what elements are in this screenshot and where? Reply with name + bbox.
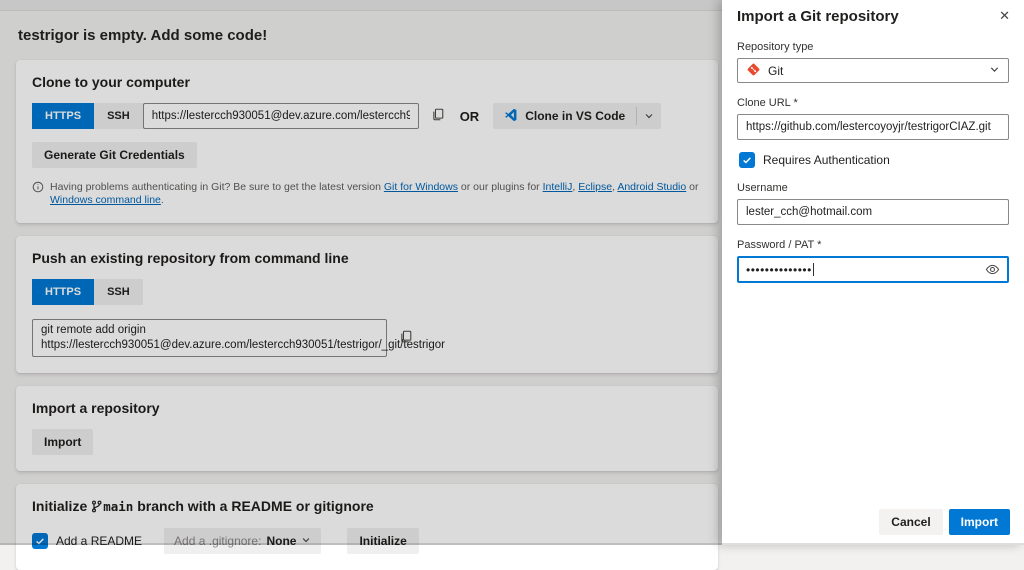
dialog-footer: Cancel Import: [879, 509, 1010, 535]
dialog-title: Import a Git repository: [737, 8, 1009, 25]
requires-auth-checkbox[interactable]: Requires Authentication: [739, 152, 1009, 168]
text-cursor: [813, 263, 814, 276]
import-git-repository-dialog: Import a Git repository ✕ Repository typ…: [722, 0, 1024, 545]
checkbox-checked-icon: [739, 152, 755, 168]
repository-type-label: Repository type: [737, 41, 1009, 53]
reveal-password-icon[interactable]: [985, 262, 1000, 277]
password-label: Password / PAT *: [737, 239, 1009, 251]
requires-auth-label: Requires Authentication: [763, 153, 890, 167]
app-root: testrigor is empty. Add some code! Clone…: [0, 0, 1024, 545]
username-label: Username: [737, 182, 1009, 194]
chevron-down-icon: [989, 64, 1000, 78]
clone-url-label: Clone URL *: [737, 97, 1009, 109]
cancel-button[interactable]: Cancel: [879, 509, 942, 535]
password-masked-value: ••••••••••••••: [746, 263, 814, 277]
username-field[interactable]: [737, 199, 1009, 225]
import-button[interactable]: Import: [949, 509, 1010, 535]
dialog-clone-url-field[interactable]: [737, 114, 1009, 140]
close-icon[interactable]: ✕: [995, 4, 1014, 28]
repository-type-value: Git: [768, 64, 783, 78]
password-field[interactable]: ••••••••••••••: [737, 256, 1009, 283]
repository-type-select[interactable]: Git: [737, 58, 1009, 83]
git-icon: [746, 62, 761, 80]
